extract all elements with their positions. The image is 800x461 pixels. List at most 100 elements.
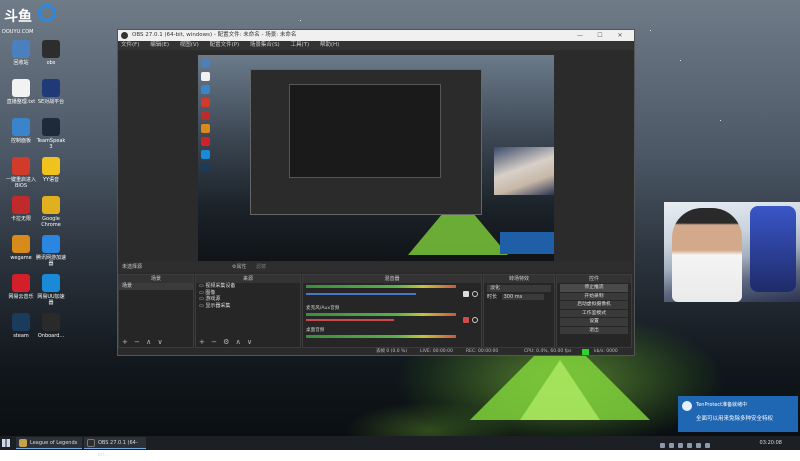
desktop-icon[interactable]: wegame bbox=[6, 235, 36, 261]
close-button[interactable]: ✕ bbox=[610, 30, 630, 41]
obs-window[interactable]: OBS 27.0.1 (64-bit, windows) - 配置文件: 未命名… bbox=[117, 29, 635, 356]
studio-mode-button[interactable]: 工作室模式 bbox=[560, 309, 628, 317]
menu-view[interactable]: 视图(V) bbox=[180, 42, 199, 48]
mixer-channel-label: 麦克风/Aux音频 bbox=[306, 306, 340, 311]
source-item-display[interactable]: ▭ 显示器采集 bbox=[196, 303, 300, 310]
douyu-logo-text: 斗鱼 bbox=[4, 9, 32, 25]
tray-icon[interactable] bbox=[660, 443, 665, 448]
menu-help[interactable]: 帮助(H) bbox=[320, 42, 339, 48]
menu-edit[interactable]: 编辑(E) bbox=[150, 42, 169, 48]
taskbar-app-league[interactable]: League of Legends bbox=[16, 437, 82, 449]
preview-webcam-source bbox=[494, 147, 554, 195]
desktop-icon-label: steam bbox=[13, 333, 29, 339]
sources-dock: 来源 ▭ 视频采集设备 ▭ 图像 ▭ 游戏源 ▭ 显示器采集 + − ⚙ ∧ ∨ bbox=[195, 274, 301, 348]
gear-icon[interactable] bbox=[472, 317, 478, 323]
speaker-muted-icon[interactable] bbox=[463, 317, 469, 323]
desktop-icon[interactable]: obs bbox=[36, 40, 66, 66]
rec-timer: REC: 00:00:00 bbox=[466, 349, 499, 354]
desktop-icon[interactable]: 腾讯网游加速器 bbox=[36, 235, 66, 267]
maximize-button[interactable]: ☐ bbox=[590, 30, 610, 41]
volume-meter bbox=[306, 335, 456, 338]
app-icon bbox=[12, 313, 30, 331]
tenprotect-icon bbox=[682, 401, 692, 411]
desktop-icon-label: wegame bbox=[10, 255, 32, 261]
menu-tools[interactable]: 工具(T) bbox=[290, 42, 309, 48]
notification-body: 全面可以用来免除多种安全特权 bbox=[696, 416, 774, 422]
settings-button[interactable]: 设置 bbox=[560, 318, 628, 326]
tenprotect-notification[interactable]: TenProtect准备就绪中 全面可以用来免除多种安全特权 bbox=[678, 396, 798, 432]
menu-file[interactable]: 文件(F) bbox=[121, 42, 139, 48]
desktop-icon[interactable]: Google Chrome bbox=[36, 196, 66, 228]
desktop-icon-label: SE对战平台 bbox=[37, 99, 65, 105]
tray-icon[interactable] bbox=[696, 443, 701, 448]
menu-profile[interactable]: 配置文件(P) bbox=[210, 42, 240, 48]
duration-input[interactable]: 300 ms bbox=[501, 293, 544, 300]
properties-button[interactable]: ⚙属性 bbox=[232, 262, 246, 272]
filters-button[interactable]: 滤镜 bbox=[256, 262, 266, 272]
taskbar-app-obs[interactable]: OBS 27.0.1 (64-bit... bbox=[84, 437, 146, 458]
stop-streaming-button[interactable]: 停止推流 bbox=[560, 284, 628, 292]
obs-taskbar-icon bbox=[87, 439, 95, 447]
desktop-icon[interactable]: 直播整理.txt bbox=[6, 79, 36, 105]
desktop-icon-label: 卡拉无限 bbox=[10, 216, 31, 222]
recursive-obs-window bbox=[250, 69, 482, 215]
controls-dock: 控件 停止推流 开始录制 启动虚拟摄像机 工作室模式 设置 退出 bbox=[556, 274, 632, 348]
tray-icon[interactable] bbox=[678, 443, 683, 448]
mixer-channel-label: 桌面音频 bbox=[306, 328, 325, 333]
desktop-icon[interactable]: Onboard... bbox=[36, 313, 66, 339]
desktop-icon[interactable]: 回收站 bbox=[6, 40, 36, 66]
desktop-icon-label: 直播整理.txt bbox=[6, 99, 36, 105]
start-virtual-camera-button[interactable]: 启动虚拟摄像机 bbox=[560, 301, 628, 309]
app-icon bbox=[42, 118, 60, 136]
menu-scene-collection[interactable]: 场景集合(S) bbox=[250, 42, 280, 48]
scenes-toolbar[interactable]: + − ∧ ∨ bbox=[119, 337, 193, 347]
desktop-icon[interactable]: 控制面板 bbox=[6, 118, 36, 144]
douyu-watermark: 斗鱼 DOUYU.COM bbox=[2, 2, 60, 36]
desktop-icon[interactable]: 网易云音乐 bbox=[6, 274, 36, 300]
volume-fader[interactable] bbox=[306, 293, 416, 295]
desktop-icon-label: 回收站 bbox=[13, 60, 29, 66]
desktop-icon[interactable]: YY语音 bbox=[36, 157, 66, 183]
tray-icon[interactable] bbox=[705, 443, 710, 448]
gaming-chair bbox=[750, 206, 796, 292]
desktop-icon[interactable]: TeamSpeak 3 bbox=[36, 118, 66, 150]
desktop-icon[interactable]: 一键重启进入BIOS bbox=[6, 157, 36, 189]
scene-item[interactable]: 场景 bbox=[119, 283, 193, 290]
duration-label: 时长 bbox=[487, 293, 498, 300]
league-icon bbox=[19, 439, 27, 447]
app-icon bbox=[42, 274, 60, 292]
app-icon bbox=[12, 40, 30, 58]
minimize-button[interactable]: — bbox=[570, 30, 590, 41]
exit-button[interactable]: 退出 bbox=[560, 326, 628, 334]
app-icon bbox=[12, 235, 30, 253]
app-icon bbox=[12, 118, 30, 136]
desktop-icon[interactable]: 卡拉无限 bbox=[6, 196, 36, 222]
tray-icon[interactable] bbox=[669, 443, 674, 448]
desktop-icon-label: Google Chrome bbox=[41, 216, 61, 228]
transitions-header: 转场特效 bbox=[484, 275, 554, 283]
douyu-logo-icon bbox=[38, 4, 56, 22]
obs-preview-canvas[interactable] bbox=[198, 55, 554, 261]
sources-header: 来源 bbox=[196, 275, 300, 283]
app-icon bbox=[42, 235, 60, 253]
obs-titlebar[interactable]: OBS 27.0.1 (64-bit, windows) - 配置文件: 未命名… bbox=[118, 30, 634, 41]
desktop-icon-label: 腾讯网游加速器 bbox=[36, 255, 67, 267]
webcam-overlay bbox=[664, 202, 800, 302]
captured-desktop-icons bbox=[200, 59, 214, 176]
transition-select[interactable]: 淡化 bbox=[487, 285, 551, 292]
start-recording-button[interactable]: 开始录制 bbox=[560, 292, 628, 300]
volume-fader[interactable] bbox=[306, 319, 394, 321]
gear-icon[interactable] bbox=[472, 291, 478, 297]
tray-icon[interactable] bbox=[687, 443, 692, 448]
windows-start-icon[interactable] bbox=[2, 439, 10, 447]
desktop-icon-label: TeamSpeak 3 bbox=[36, 138, 66, 150]
desktop-icon[interactable]: 网易UU加速器 bbox=[36, 274, 66, 306]
desktop-icon-label: Onboard... bbox=[37, 333, 65, 339]
desktop-icon[interactable]: steam bbox=[6, 313, 36, 339]
taskbar-clock[interactable]: 03:20:08 bbox=[760, 436, 782, 450]
desktop-icon[interactable]: SE对战平台 bbox=[36, 79, 66, 105]
speaker-icon[interactable] bbox=[463, 291, 469, 297]
desktop-icon-label: 网易云音乐 bbox=[8, 294, 34, 300]
sources-toolbar[interactable]: + − ⚙ ∧ ∨ bbox=[196, 337, 300, 347]
app-icon bbox=[12, 157, 30, 175]
